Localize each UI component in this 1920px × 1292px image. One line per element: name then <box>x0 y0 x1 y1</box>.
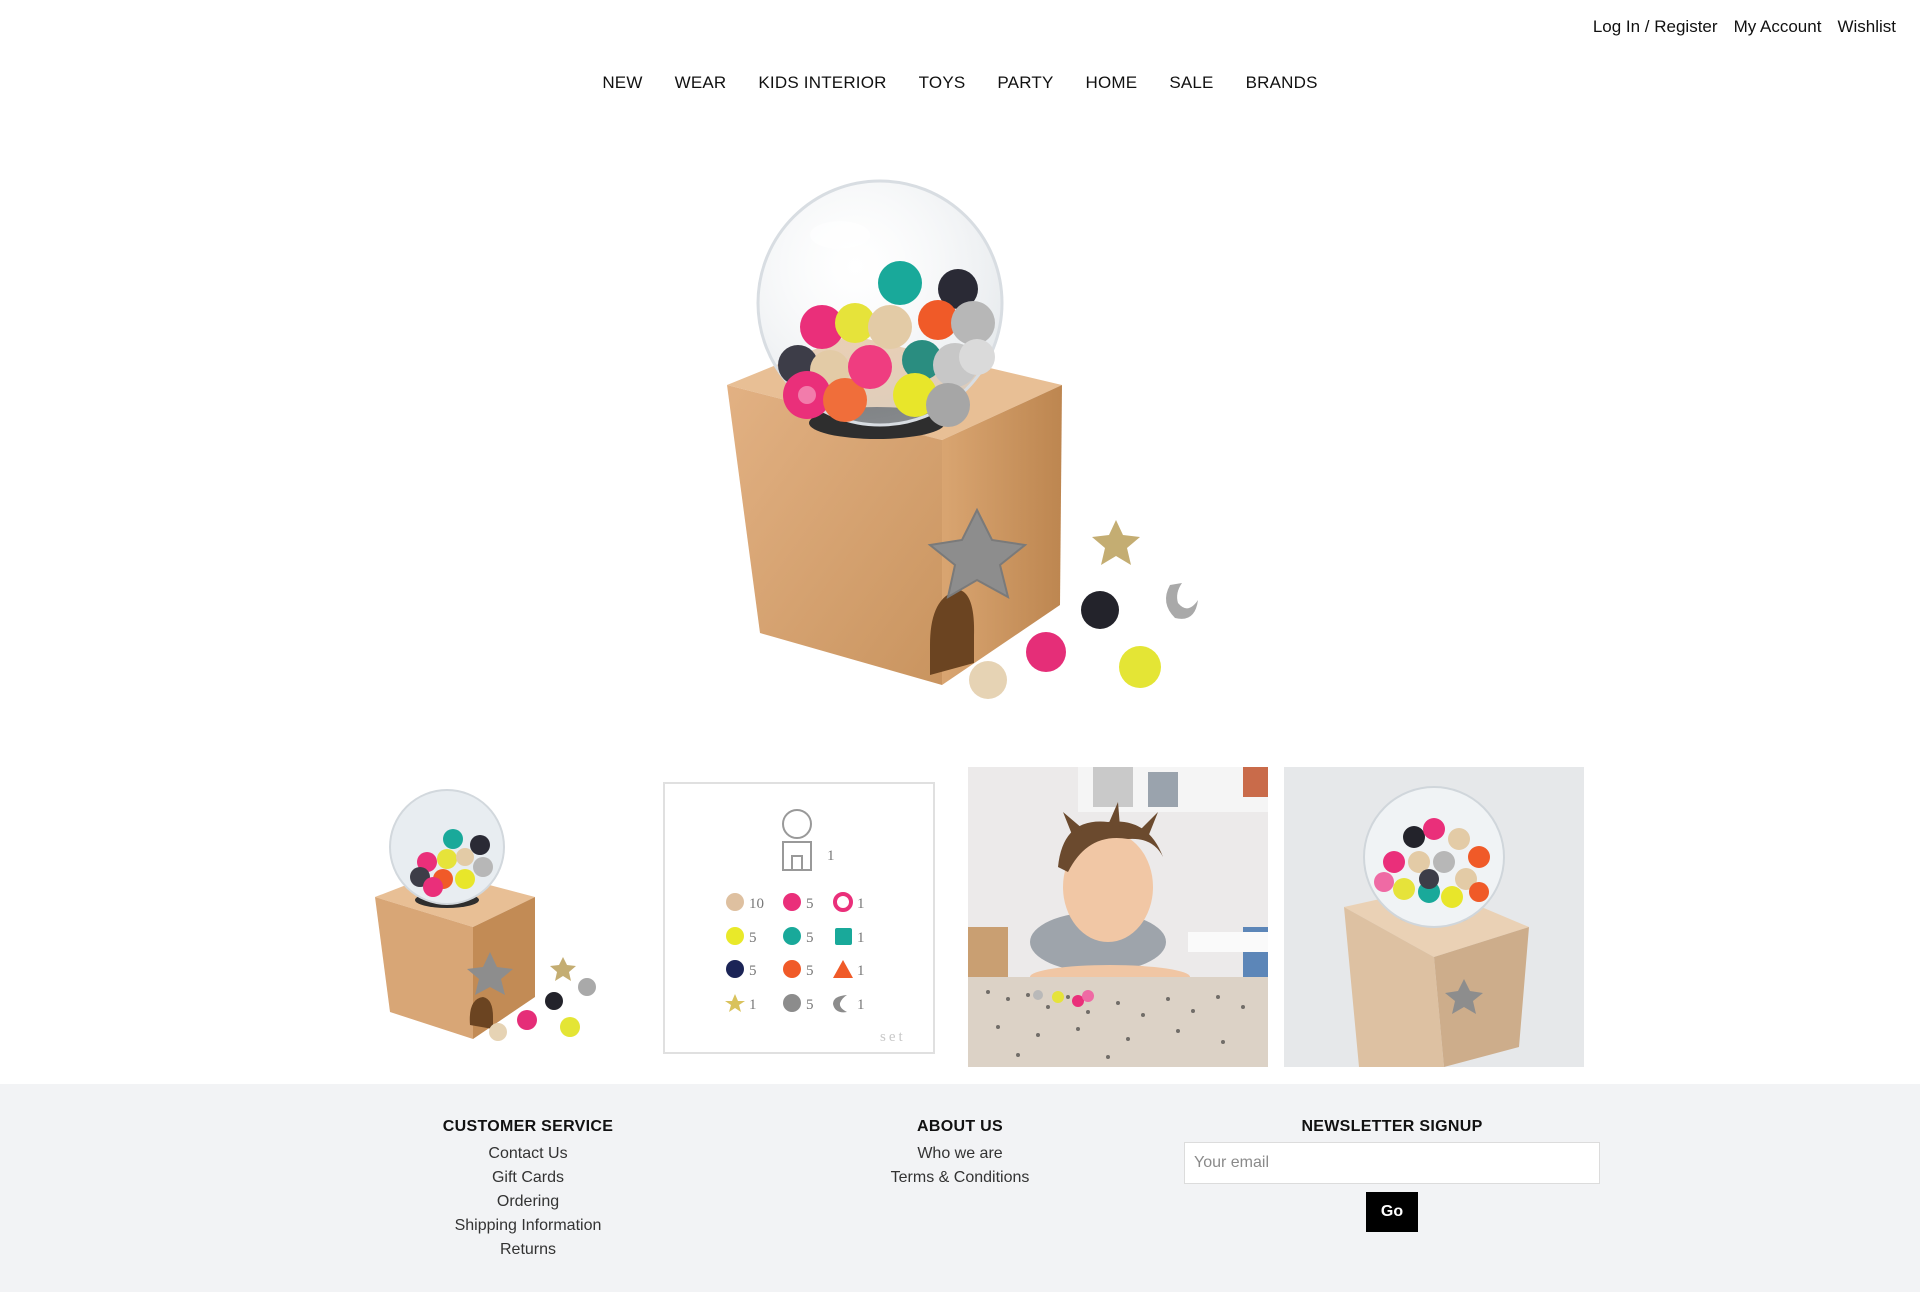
count-text: 10 <box>749 896 764 912</box>
returns-link[interactable]: Returns <box>500 1241 556 1258</box>
ordering-link[interactable]: Ordering <box>497 1193 559 1210</box>
login-register-link[interactable]: Log In / Register <box>1593 17 1718 37</box>
count-text: 5 <box>806 930 814 946</box>
set-caption: set <box>880 1029 906 1045</box>
nav-kids-interior[interactable]: KIDS INTERIOR <box>758 73 886 93</box>
terms-conditions-link[interactable]: Terms & Conditions <box>891 1169 1030 1186</box>
utility-nav: Log In / Register My Account Wishlist <box>1593 17 1896 37</box>
thumbnail-product[interactable] <box>355 767 655 1067</box>
main-nav: NEW WEAR KIDS INTERIOR TOYS PARTY HOME S… <box>0 73 1920 93</box>
count-text: 1 <box>857 930 865 946</box>
nav-brands[interactable]: BRANDS <box>1246 73 1318 93</box>
customer-service-heading: CUSTOMER SERVICE <box>442 1118 614 1135</box>
gift-cards-link[interactable]: Gift Cards <box>492 1169 564 1186</box>
thumbnail-product-alt[interactable] <box>1284 767 1584 1067</box>
site-footer: CUSTOMER SERVICE Contact Us Gift Cards O… <box>0 1084 1920 1292</box>
about-us-heading: ABOUT US <box>917 1118 1003 1135</box>
count-text: 1 <box>857 963 865 979</box>
wishlist-link[interactable]: Wishlist <box>1837 17 1896 37</box>
newsletter-email-input[interactable] <box>1184 1142 1600 1184</box>
count-text: 1 <box>857 896 865 912</box>
newsletter-column: NEWSLETTER SIGNUP Go <box>1183 1118 1601 1232</box>
newsletter-heading: NEWSLETTER SIGNUP <box>1301 1118 1483 1135</box>
nav-party[interactable]: PARTY <box>997 73 1053 93</box>
capsule-count-text: 1 <box>827 848 835 864</box>
count-text: 5 <box>749 963 757 979</box>
count-text: 1 <box>857 997 865 1013</box>
customer-service-column: CUSTOMER SERVICE Contact Us Gift Cards O… <box>428 1118 628 1262</box>
count-text: 5 <box>806 997 814 1013</box>
contact-us-link[interactable]: Contact Us <box>488 1145 567 1162</box>
my-account-link[interactable]: My Account <box>1734 17 1822 37</box>
who-we-are-link[interactable]: Who we are <box>917 1145 1002 1162</box>
nav-toys[interactable]: TOYS <box>919 73 966 93</box>
nav-new[interactable]: NEW <box>602 73 642 93</box>
nav-sale[interactable]: SALE <box>1169 73 1213 93</box>
count-text: 1 <box>749 997 757 1013</box>
shipping-information-link[interactable]: Shipping Information <box>455 1217 602 1234</box>
count-text: 5 <box>749 930 757 946</box>
thumbnail-child-playing[interactable] <box>968 767 1268 1067</box>
about-us-column: ABOUT US Who we are Terms & Conditions <box>860 1118 1060 1190</box>
thumbnail-contents-card[interactable]: 1 10 5 1 5 5 1 5 5 1 1 5 1 set <box>663 782 935 1054</box>
count-text: 5 <box>806 963 814 979</box>
count-text: 5 <box>806 896 814 912</box>
newsletter-go-button[interactable]: Go <box>1366 1192 1418 1232</box>
product-main-image[interactable] <box>690 155 1230 715</box>
nav-wear[interactable]: WEAR <box>675 73 727 93</box>
nav-home[interactable]: HOME <box>1086 73 1138 93</box>
